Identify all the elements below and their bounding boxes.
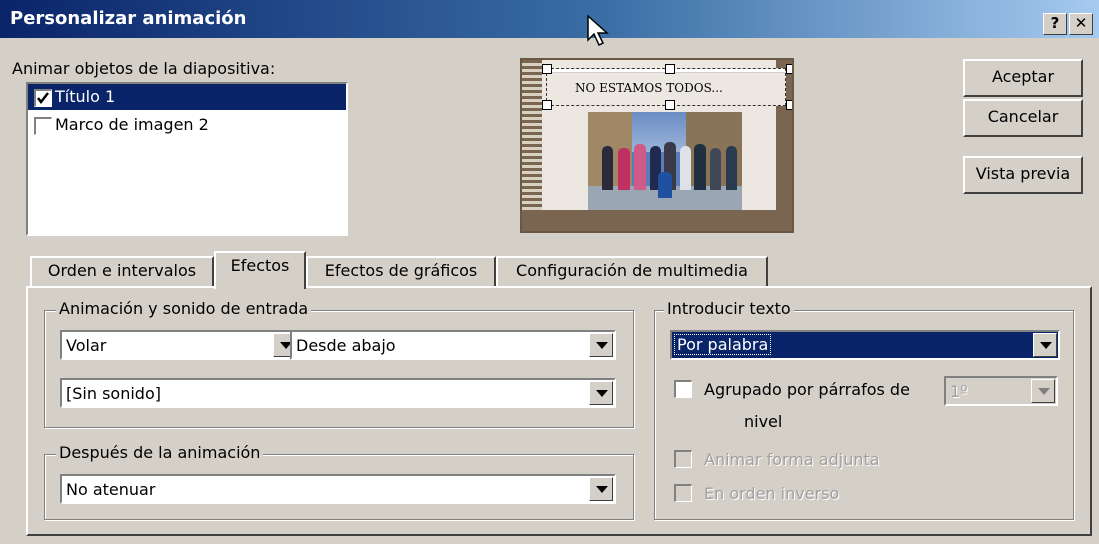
text-intro-select[interactable]: Por palabra xyxy=(670,330,1060,360)
list-item-label: Título 1 xyxy=(55,87,116,106)
checkmark-icon xyxy=(37,92,49,105)
animate-shape-checkbox xyxy=(674,450,692,468)
objects-list[interactable]: Título 1 Marco de imagen 2 xyxy=(26,82,348,236)
selection-handle xyxy=(786,64,792,74)
tab-orden-intervalos[interactable]: Orden e intervalos xyxy=(30,256,214,286)
mouse-cursor-icon xyxy=(587,14,609,47)
direction-select-value: Desde abajo xyxy=(296,336,396,355)
chevron-down-icon[interactable] xyxy=(589,333,613,357)
selection-handle xyxy=(665,100,675,110)
tab-configuracion-multimedia[interactable]: Configuración de multimedia xyxy=(496,256,768,286)
sound-select[interactable]: [Sin sonido] xyxy=(60,378,616,408)
level-select-value: 1º xyxy=(950,382,968,401)
objects-label: Animar objetos de la diapositiva: xyxy=(12,59,276,78)
slide-border-decoration xyxy=(522,210,792,231)
slide-border-decoration xyxy=(522,60,542,231)
chevron-down-icon[interactable] xyxy=(1033,333,1057,357)
effect-select[interactable]: Volar xyxy=(60,330,300,360)
selection-handle xyxy=(542,64,552,74)
chevron-down-icon[interactable] xyxy=(589,477,613,501)
help-button[interactable]: ? xyxy=(1043,13,1067,35)
slide-preview: NO ESTAMOS TODOS... xyxy=(520,58,794,233)
checkbox-marco-imagen-2[interactable] xyxy=(34,117,52,135)
slide-photo xyxy=(588,112,742,210)
effect-select-value: Volar xyxy=(66,336,107,355)
group-paragraphs-label: Agrupado por párrafos de xyxy=(704,380,910,399)
text-intro-legend: Introducir texto xyxy=(664,299,794,318)
entry-animation-group xyxy=(44,310,634,428)
reverse-order-checkbox xyxy=(674,484,692,502)
tab-panel-efectos: Animación y sonido de entrada Volar Desd… xyxy=(26,286,1092,536)
tab-efectos[interactable]: Efectos xyxy=(214,251,306,289)
animate-shape-label: Animar forma adjunta xyxy=(704,450,880,469)
chevron-down-icon xyxy=(1031,379,1055,403)
after-animation-value: No atenuar xyxy=(66,480,156,499)
group-paragraphs-label-2: nivel xyxy=(744,412,783,431)
sound-select-value: [Sin sonido] xyxy=(66,384,161,403)
selection-handle xyxy=(665,64,675,74)
list-item-label: Marco de imagen 2 xyxy=(55,115,209,134)
selection-handle xyxy=(542,100,552,110)
level-select: 1º xyxy=(944,376,1058,406)
text-intro-value: Por palabra xyxy=(674,334,772,355)
group-paragraphs-checkbox[interactable] xyxy=(674,380,692,398)
list-item[interactable]: Marco de imagen 2 xyxy=(28,112,346,138)
entry-animation-legend: Animación y sonido de entrada xyxy=(56,299,312,318)
after-animation-select[interactable]: No atenuar xyxy=(60,474,616,504)
cancel-button[interactable]: Cancelar xyxy=(963,99,1083,137)
after-animation-legend: Después de la animación xyxy=(56,443,264,462)
ok-button[interactable]: Aceptar xyxy=(963,59,1083,97)
checkbox-titulo-1[interactable] xyxy=(34,89,52,107)
window-title: Personalizar animación xyxy=(10,8,247,29)
selection-handle xyxy=(786,100,792,110)
tab-efectos-graficos[interactable]: Efectos de gráficos xyxy=(306,256,496,286)
chevron-down-icon[interactable] xyxy=(589,381,613,405)
close-button[interactable]: ✕ xyxy=(1069,13,1093,35)
slide-title-text: NO ESTAMOS TODOS... xyxy=(575,81,723,95)
direction-select[interactable]: Desde abajo xyxy=(290,330,616,360)
preview-button[interactable]: Vista previa xyxy=(963,156,1083,194)
list-item-selected[interactable]: Título 1 xyxy=(28,84,346,110)
reverse-order-label: En orden inverso xyxy=(704,484,840,503)
